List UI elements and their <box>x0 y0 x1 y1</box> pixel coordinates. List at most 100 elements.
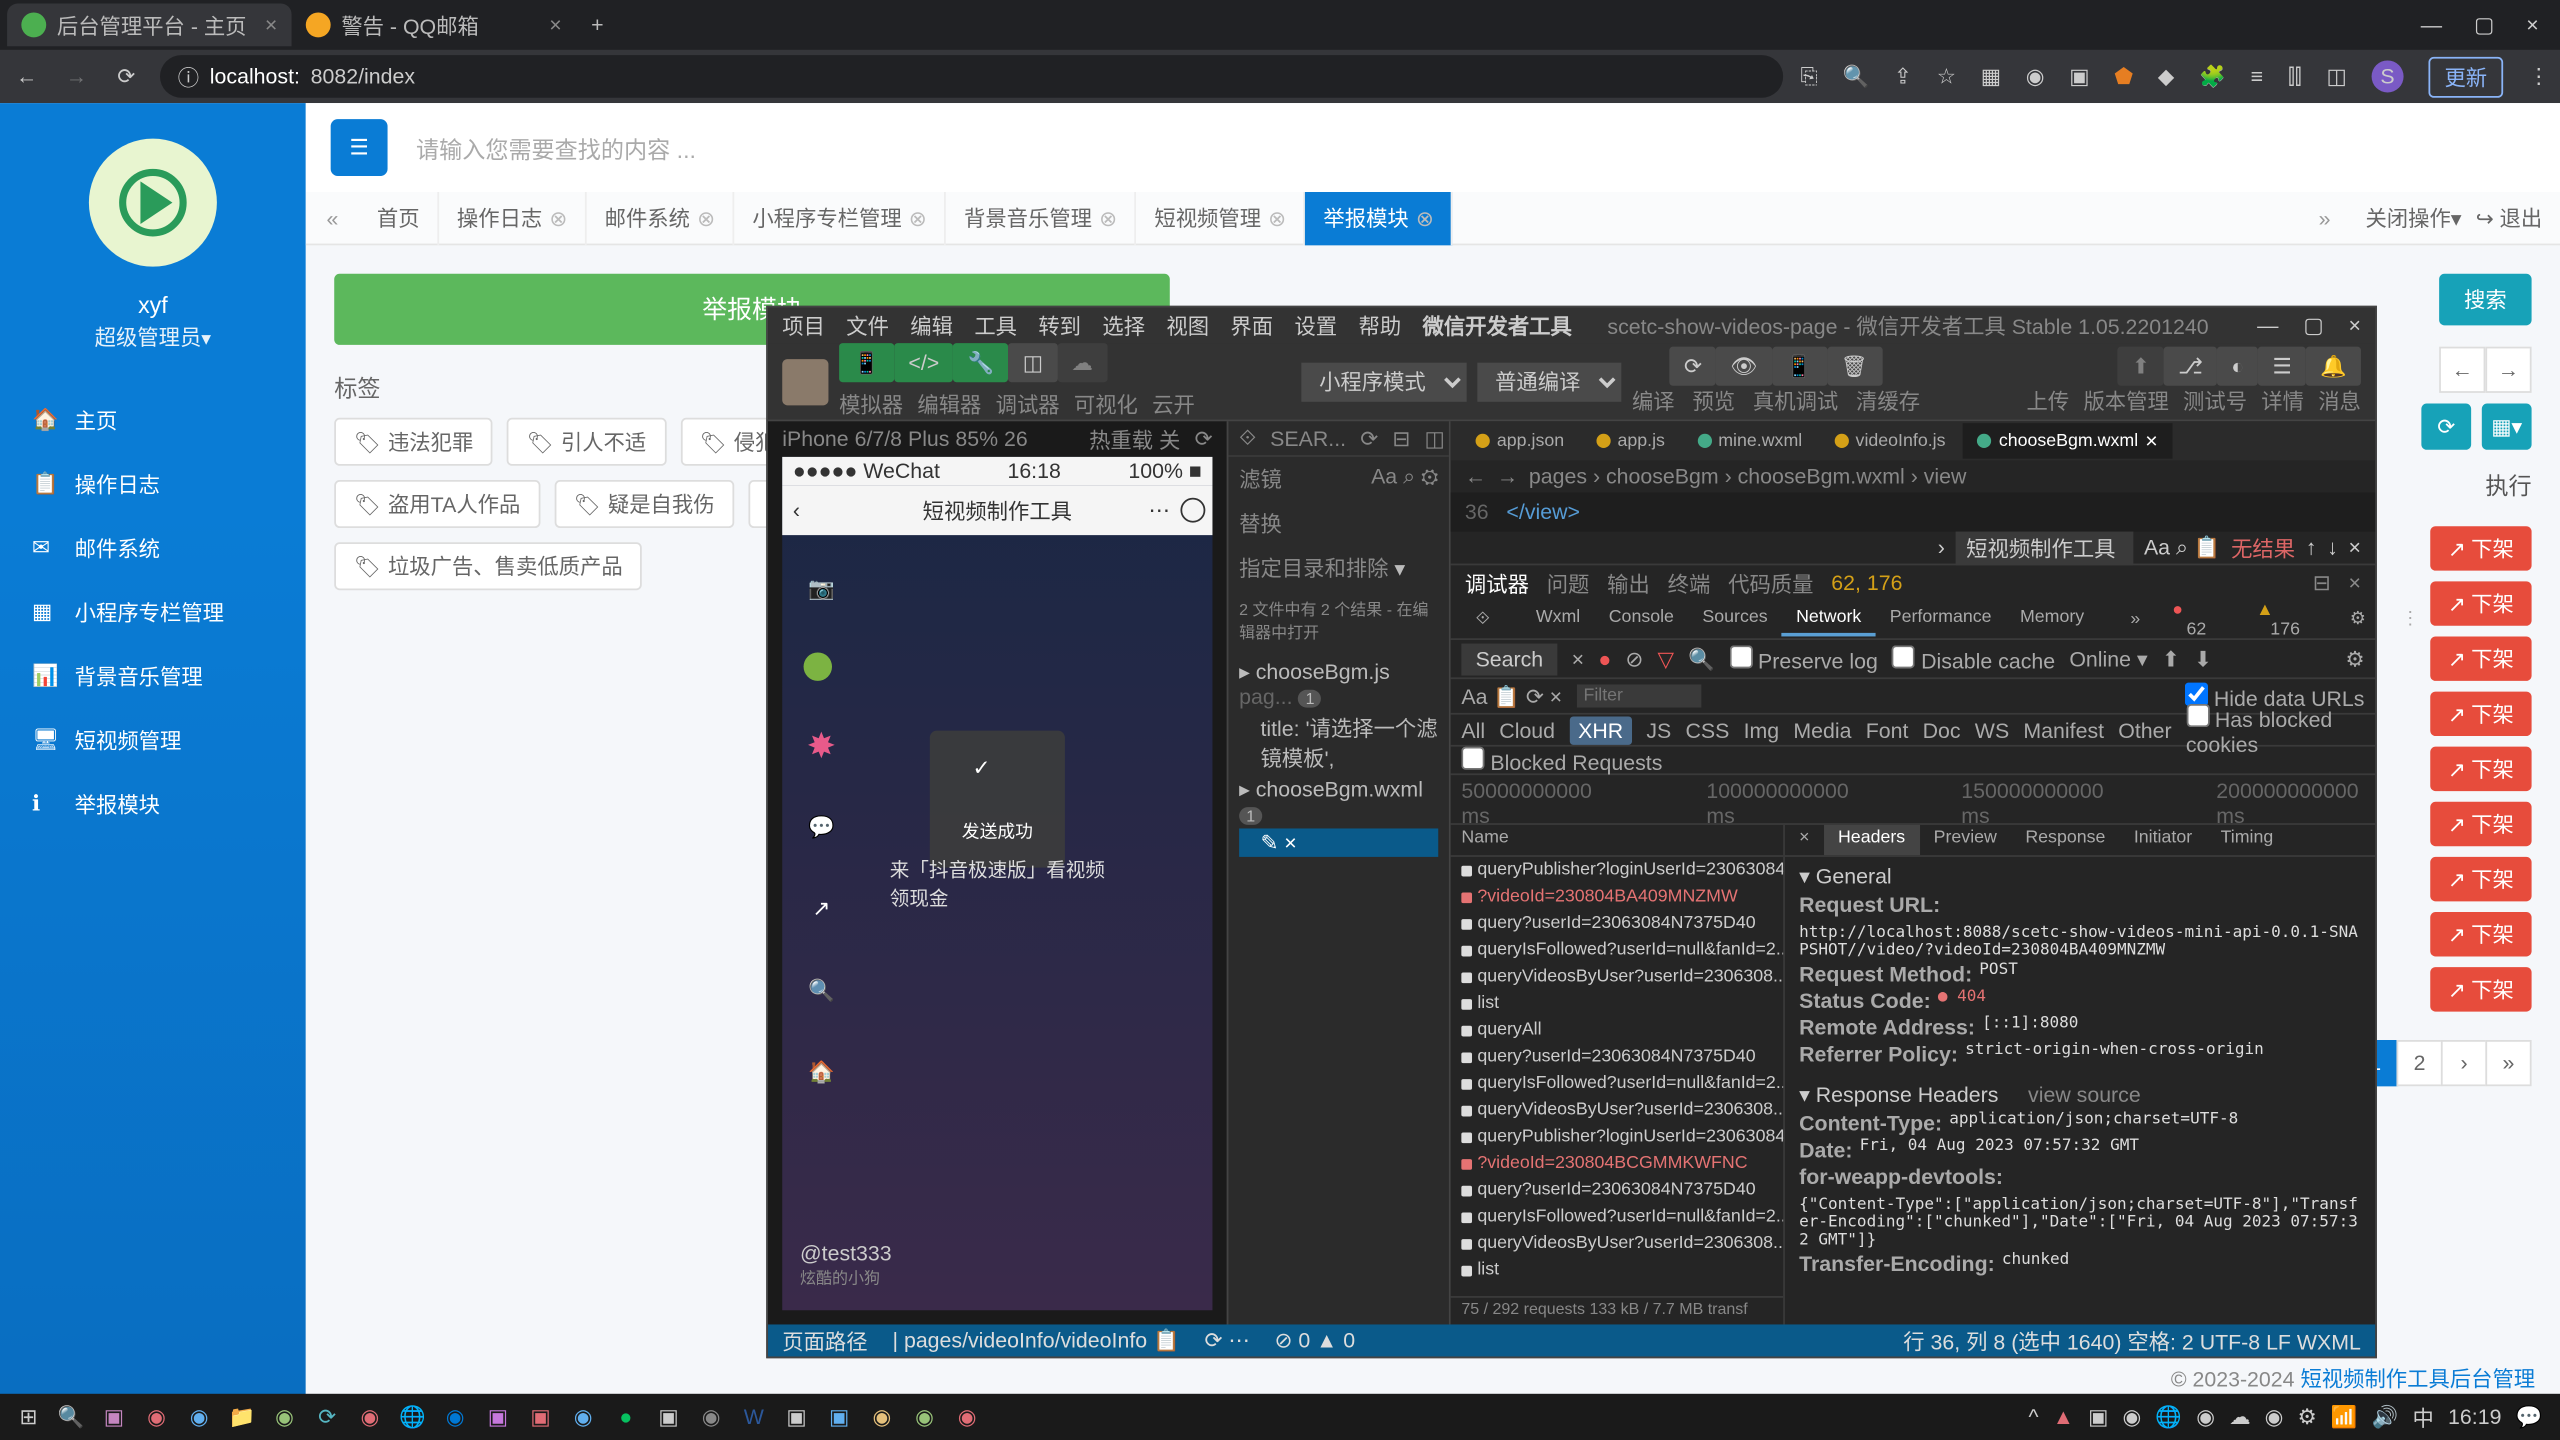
pager-button[interactable]: › <box>2441 1040 2487 1086</box>
taskbar-app[interactable]: ◉ <box>946 1396 989 1439</box>
settings-icon[interactable]: ⚙ <box>2336 604 2380 634</box>
menu-item[interactable]: 选择 <box>1102 310 1145 340</box>
network-search[interactable]: Search <box>1461 643 1557 675</box>
tray-icon[interactable]: 🌐 <box>2155 1404 2182 1429</box>
user-role[interactable]: 超级管理员▾ <box>95 322 212 352</box>
close-icon[interactable]: ⊗ <box>1268 205 1286 230</box>
new-tab-button[interactable]: + <box>576 12 619 37</box>
menu-item[interactable]: 转到 <box>1038 310 1081 340</box>
search-tab[interactable]: SEAR... <box>1270 426 1346 451</box>
request-row[interactable]: queryVideosByUser?userId=2306308.. <box>1451 1097 1783 1124</box>
offline-button[interactable]: ↗下架 <box>2430 526 2531 570</box>
close-icon[interactable]: ⊗ <box>1099 205 1117 230</box>
ext-icon[interactable]: ≡ <box>2251 64 2263 89</box>
close-icon[interactable]: × <box>2348 313 2360 338</box>
upload-button[interactable]: ⬆ <box>2118 347 2164 386</box>
refresh-icon[interactable]: ⟳ <box>1360 426 1378 451</box>
notifications-icon[interactable]: 💬 <box>2516 1404 2543 1429</box>
reload-button[interactable]: ⟳ <box>110 64 142 89</box>
tree-node[interactable]: ✎ × <box>1239 828 1438 856</box>
chat-icon[interactable]: 💬 <box>804 809 840 845</box>
menu-item[interactable]: 视图 <box>1166 310 1209 340</box>
sidebar-item-0[interactable]: 🏠主页 <box>0 388 306 452</box>
editor-toggle[interactable]: </> <box>894 343 953 382</box>
forward-button[interactable]: → <box>60 64 92 89</box>
hamburger-button[interactable]: ☰ <box>331 119 388 176</box>
page-tab[interactable]: 邮件系统 ⊗ <box>587 191 735 244</box>
request-row[interactable]: query?userId=23063084N7375D40 <box>1451 910 1783 937</box>
request-row[interactable]: list <box>1451 990 1783 1017</box>
tray-icon[interactable]: ◉ <box>2265 1404 2284 1429</box>
filter-input[interactable] <box>1576 684 1700 707</box>
wechat-icon[interactable] <box>804 652 832 680</box>
back-icon[interactable]: ‹ <box>793 498 800 523</box>
menu-item[interactable]: 帮助 <box>1358 310 1401 340</box>
taskbar-app[interactable]: ◉ <box>135 1396 178 1439</box>
taskbar-app[interactable]: ▣ <box>775 1396 818 1439</box>
record-button[interactable]: ● <box>1598 646 1611 671</box>
ime-icon[interactable]: 中 <box>2412 1402 2433 1432</box>
extensions-icon[interactable]: 🧩 <box>2199 64 2226 89</box>
type-filter[interactable]: Cloud <box>1499 717 1555 742</box>
word-icon[interactable]: W <box>732 1396 775 1439</box>
close-icon[interactable]: × <box>2145 428 2157 453</box>
message-button[interactable]: 🔔 <box>2306 347 2361 386</box>
sidebar-item-6[interactable]: ℹ举报模块 <box>0 772 306 836</box>
disable-cache-checkbox[interactable]: Disable cache <box>1892 644 2055 672</box>
type-filter[interactable]: CSS <box>1685 717 1729 742</box>
visualize-toggle[interactable]: ◫ <box>1008 343 1057 382</box>
search-icon[interactable]: 🔍 <box>1688 646 1715 671</box>
simulator-toggle[interactable]: 📱 <box>839 343 894 382</box>
request-row[interactable]: list <box>1451 1257 1783 1284</box>
devtab-wxml[interactable]: Wxml <box>1522 603 1595 637</box>
tag[interactable]: 🏷疑是自我伤 <box>554 480 734 528</box>
code-line[interactable]: 36 </view> <box>1451 492 2375 531</box>
devtab-sources[interactable]: Sources <box>1688 603 1782 637</box>
file-tab[interactable]: mine.wxml <box>1683 426 1817 456</box>
share-icon[interactable]: ⇪ <box>1894 64 1912 89</box>
request-row[interactable]: query?userId=23063084N7375D40 <box>1451 1177 1783 1204</box>
menu-icon[interactable]: ⋮ <box>2528 64 2549 89</box>
sidebar-item-2[interactable]: ✉邮件系统 <box>0 516 306 580</box>
panel-tab[interactable]: 问题 <box>1547 568 1590 598</box>
menu-item[interactable]: 项目 <box>782 310 825 340</box>
taskbar-app[interactable]: ▣ <box>519 1396 562 1439</box>
file-tab[interactable]: videoInfo.js <box>1820 426 1960 456</box>
taskbar-app[interactable]: ◉ <box>178 1396 221 1439</box>
target-icon[interactable] <box>1180 498 1205 523</box>
tray-icon[interactable]: ▲ <box>2053 1404 2074 1429</box>
sidebar-item-5[interactable]: 🖥短视频管理 <box>0 708 306 772</box>
back-button[interactable]: ← <box>11 64 43 89</box>
next-button[interactable]: → <box>2485 347 2531 393</box>
close-search[interactable]: × <box>1572 646 1584 671</box>
taskbar-app[interactable]: ◉ <box>348 1396 391 1439</box>
import-icon[interactable]: ⬆ <box>2162 646 2180 671</box>
tray-icon[interactable]: ▣ <box>2088 1404 2108 1429</box>
panel-tab[interactable]: 调试器 <box>1465 568 1529 598</box>
taskbar-app[interactable]: ◉ <box>263 1396 306 1439</box>
request-row[interactable]: queryPublisher?loginUserId=23063084 <box>1451 1124 1783 1151</box>
type-filter[interactable]: XHR <box>1569 716 1632 744</box>
tray-icon[interactable]: ⚙ <box>2298 1404 2317 1429</box>
update-button[interactable]: 更新 <box>2428 56 2503 97</box>
close-icon[interactable]: × <box>549 12 561 37</box>
offline-button[interactable]: ↗下架 <box>2430 747 2531 791</box>
blocked-requests-checkbox[interactable]: Blocked Requests <box>1461 746 1662 774</box>
search-icon[interactable]: 🔍 <box>50 1396 93 1439</box>
search-icon[interactable]: 🔍 <box>804 972 840 1008</box>
taskbar-app[interactable]: ▣ <box>476 1396 519 1439</box>
remote-debug-button[interactable]: 📱 <box>1772 347 1827 386</box>
detail-button[interactable]: ☰ <box>2258 347 2306 386</box>
type-filter[interactable]: Font <box>1866 717 1909 742</box>
minimize-icon[interactable]: — <box>2257 313 2278 338</box>
tabs-scroll-right[interactable]: » <box>2298 205 2351 230</box>
close-detail[interactable]: × <box>1785 825 1824 855</box>
taskbar-app[interactable]: ◉ <box>860 1396 903 1439</box>
panel-tab[interactable]: 输出 <box>1607 568 1650 598</box>
device-select[interactable]: iPhone 6/7/8 Plus 85% 26 <box>782 427 1028 452</box>
request-row[interactable]: ?videoId=230804BCGMMKWFNC <box>1451 1150 1783 1177</box>
address-bar[interactable]: ⓘ localhost:8082/index <box>160 55 1783 98</box>
refresh-icon[interactable]: ⟳ <box>1195 427 1213 452</box>
taskbar-app[interactable]: ▣ <box>818 1396 861 1439</box>
throttle-select[interactable]: Online ▾ <box>2069 646 2147 671</box>
